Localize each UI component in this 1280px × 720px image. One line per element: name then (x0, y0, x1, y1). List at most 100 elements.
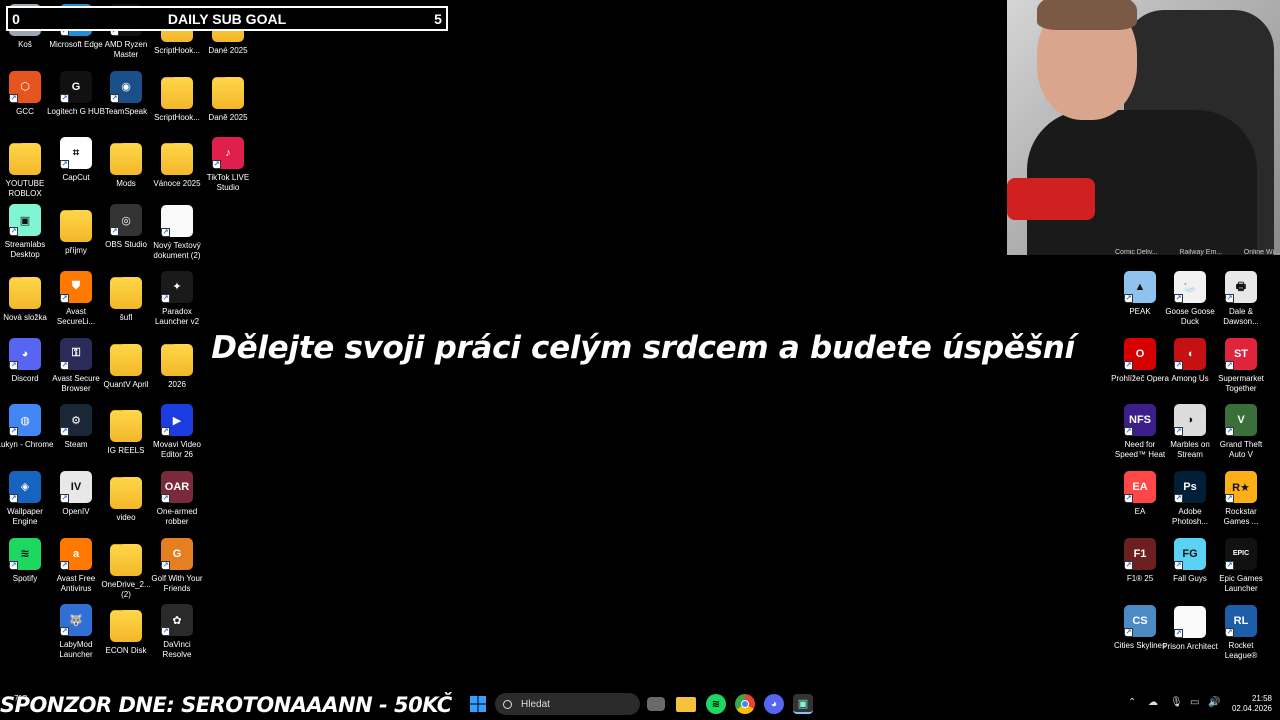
desktop-shortcut[interactable]: 🦢 ↗ Goose Goose Duck (1165, 271, 1215, 327)
show-hidden-icons[interactable]: ⌃ (1128, 697, 1136, 708)
desktop-shortcut[interactable]: ⚙ ↗ Steam (51, 404, 101, 450)
desktop-shortcut[interactable]: 🐺 ↗ LabyMod Launcher (51, 604, 101, 660)
desktop-shortcut[interactable]: ◎ ↗ OBS Studio (101, 204, 151, 250)
desktop-shortcut[interactable]: G ↗ Logitech G HUB (47, 70, 105, 117)
desktop-shortcut[interactable]: ⚿ ↗ Avast Secure Browser (51, 337, 101, 394)
desktop-shortcut[interactable]: ✦ ↗ Paradox Launcher v2 (152, 270, 202, 327)
desktop-shortcut[interactable]: ◈ ↗ Wallpaper Engine (0, 470, 50, 527)
marbles-icon: ◑ ↗ (1174, 404, 1206, 437)
streamlabs-taskbar-icon[interactable]: ▣ (793, 694, 813, 714)
desktop-shortcut[interactable]: a ↗ Avast Free Antivirus (51, 537, 101, 594)
tray-app-icon[interactable]: ☁ (1148, 697, 1158, 708)
taskbar-clock[interactable]: 21:58 02.04.2026 (1226, 694, 1272, 714)
chrome-taskbar-icon[interactable] (735, 694, 755, 714)
chrome-icon: ◍ ↗ (9, 404, 41, 437)
desktop-shortcut[interactable]: ⛊ ↗ Avast SecureLi... (51, 270, 101, 327)
desktop-shortcut[interactable]: ↗ Nový Textový dokument (2) (152, 204, 202, 261)
desktop-shortcut[interactable]: 🖶 ↗ Dale & Dawson... (1216, 271, 1266, 327)
desktop-shortcut[interactable]: R★ ↗ Rockstar Games ... (1216, 471, 1266, 527)
folder-icon (161, 143, 193, 176)
task-view-icon[interactable] (647, 697, 665, 711)
start-button[interactable] (468, 694, 488, 714)
discord-taskbar-icon[interactable]: ◕ (764, 694, 784, 714)
goal-target: 5 (434, 10, 442, 27)
shortcut-arrow-icon: ↗ (9, 93, 18, 103)
desktop-shortcut[interactable]: F1 ↗ F1® 25 (1115, 537, 1165, 584)
desktop-shortcut[interactable]: Ps ↗ Adobe Photosh... (1165, 471, 1215, 527)
motivational-quote: Dělejte svoji práci celým srdcem a budet… (211, 330, 1075, 366)
desktop-shortcut[interactable]: ▶ ↗ Movavi Video Editor 26 (152, 404, 202, 460)
desktop-shortcut[interactable]: G ↗ Golf With Your Friends (151, 537, 203, 594)
shortcut-label: Nový Textový dokument (2) (153, 241, 201, 261)
desktop-shortcut[interactable]: FG ↗ Fall Guys (1165, 537, 1215, 584)
desktop-shortcut[interactable]: ◕ ↗ Discord (0, 337, 50, 384)
clock-date: 02.04.2026 (1231, 704, 1272, 713)
network-icon[interactable]: ▭ (1190, 697, 1199, 708)
shortcut-label: ECON Disk (105, 646, 147, 656)
desktop-shortcut[interactable]: ▣ ↗ Streamlabs Desktop (0, 204, 50, 260)
folder-icon (212, 76, 244, 109)
microphone-icon[interactable]: 🎙 (1170, 697, 1183, 708)
desktop-shortcut[interactable]: ◉ ↗ TeamSpeak (101, 70, 151, 117)
desktop-shortcut[interactable]: OneDrive_2... (2) (101, 538, 151, 600)
desktop-shortcut[interactable]: Mods (101, 137, 151, 189)
labymod-icon: 🐺 ↗ (60, 604, 92, 637)
dale-dawson-icon: 🖶 ↗ (1225, 271, 1257, 303)
desktop-shortcut[interactable]: ≋ ↗ Spotify (0, 537, 50, 584)
discord-icon: ◕ ↗ (9, 337, 41, 370)
desktop-shortcut[interactable]: OAR ↗ One-armed robber (152, 470, 202, 527)
desktop-shortcut[interactable]: IV ↗ OpenIV (51, 470, 101, 517)
wallpaper-engine-icon: ◈ ↗ (9, 470, 41, 503)
desktop-shortcut[interactable]: ◍ ↗ Lukyn - Chrome (0, 404, 53, 450)
shortcut-arrow-icon: ↗ (161, 293, 170, 303)
webcam-overlay (1007, 0, 1280, 255)
shortcut-arrow-icon: ↗ (1124, 360, 1133, 370)
shortcut-label: ScriptHook... (154, 46, 200, 55)
desktop-shortcut[interactable]: šufl (101, 271, 151, 323)
desktop-shortcut[interactable]: Vánoce 2025 (152, 137, 202, 189)
file-explorer-icon[interactable] (676, 697, 696, 712)
desktop-shortcut[interactable]: O ↗ Prohlížeč Opera (1111, 337, 1169, 384)
taskbar-search[interactable]: Hledat (495, 693, 640, 715)
rocket-league-icon: RL ↗ (1225, 604, 1257, 637)
desktop-shortcut[interactable]: ↗ Prison Architect (1162, 605, 1218, 652)
desktop-shortcut[interactable]: ECON Disk (101, 604, 151, 656)
desktop-shortcut[interactable]: ScriptHook... (152, 71, 202, 123)
desktop-shortcut[interactable]: ✿ ↗ DaVinci Resolve (152, 604, 202, 660)
desktop-shortcut[interactable]: ▲ ↗ PEAK (1115, 271, 1165, 317)
desktop-shortcut[interactable]: V ↗ Grand Theft Auto V (1216, 404, 1266, 460)
shortcut-arrow-icon: ↗ (60, 427, 69, 437)
folder-icon (110, 610, 142, 643)
desktop-shortcut[interactable]: NFS ↗ Need for Speed™ Heat (1115, 404, 1165, 460)
desktop-shortcut[interactable]: QuantV April (101, 338, 151, 390)
gcc-icon: ⬡ ↗ (9, 70, 41, 103)
shortcut-arrow-icon: ↗ (9, 427, 18, 437)
desktop-shortcut[interactable]: ST ↗ Supermarket Together (1216, 337, 1266, 394)
desktop-shortcut[interactable]: video (101, 471, 151, 523)
shortcut-arrow-icon: ↗ (60, 560, 69, 570)
desktop-shortcut[interactable]: IG REELS (101, 404, 151, 456)
photoshop-icon: Ps ↗ (1174, 471, 1206, 504)
desktop-shortcut[interactable]: EPIC ↗ Epic Games Launcher (1216, 537, 1266, 594)
desktop-shortcut[interactable]: RL ↗ Rocket League® (1216, 604, 1266, 661)
desktop-shortcut[interactable]: CS ↗ Cities Skylines (1114, 604, 1166, 651)
desktop-shortcut[interactable]: ◖ ↗ Among Us (1165, 337, 1215, 384)
daily-sub-goal-bar: 0 DAILY SUB GOAL 5 (6, 6, 448, 31)
desktop-shortcut[interactable]: ◑ ↗ Marbles on Stream (1165, 404, 1215, 460)
desktop-shortcut[interactable]: ♪ ↗ TikTok LIVE Studio (203, 137, 253, 193)
desktop-shortcut[interactable]: Daně 2025 (203, 71, 253, 123)
shortcut-label: Fall Guys (1173, 573, 1207, 583)
desktop-shortcut[interactable]: příjmy (51, 204, 101, 256)
desktop-shortcut[interactable]: EA ↗ EA (1115, 471, 1165, 517)
streamlabs-icon: ▣ ↗ (9, 204, 41, 237)
shortcut-label: Marbles on Stream (1170, 440, 1210, 460)
shortcut-arrow-icon: ↗ (161, 493, 170, 503)
steam-icon: ⚙ ↗ (60, 404, 92, 437)
desktop-shortcut[interactable]: Nová složka (0, 271, 50, 323)
desktop-shortcut[interactable]: YOUTUBE ROBLOX (0, 137, 50, 199)
shortcut-arrow-icon: ↗ (161, 560, 170, 570)
spotify-taskbar-icon[interactable]: ≋ (706, 694, 726, 714)
volume-icon[interactable]: 🔊 (1208, 697, 1220, 708)
desktop-shortcut[interactable]: ⬡ ↗ GCC (0, 70, 50, 117)
desktop-shortcut[interactable]: ⌗ ↗ CapCut (51, 137, 101, 183)
